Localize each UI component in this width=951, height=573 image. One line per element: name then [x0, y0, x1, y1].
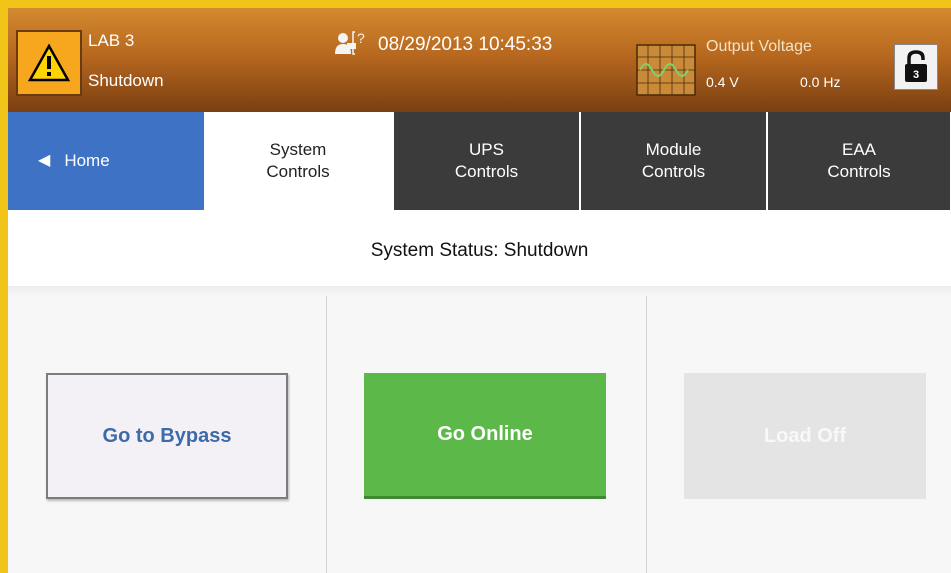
- tab-bar: ◀ Home System Controls UPS Controls Modu…: [8, 112, 951, 210]
- lock-button[interactable]: 3: [894, 44, 938, 90]
- warning-triangle-icon: [27, 43, 71, 82]
- go-online-label: Go Online: [437, 423, 533, 445]
- tab-eaa-controls[interactable]: EAA Controls: [766, 112, 950, 210]
- output-voltage-label: Output Voltage: [706, 38, 812, 55]
- output-frequency-value: 0.0 Hz: [800, 74, 841, 90]
- panel-divider: [326, 296, 327, 573]
- screen: LAB 3 Shutdown ? 08/29/2013 10:45:33 Out…: [8, 8, 951, 573]
- sine-wave-icon: [636, 44, 696, 96]
- unlock-icon: 3: [905, 50, 927, 82]
- lab-status: Shutdown: [88, 71, 164, 90]
- lab-name: LAB 3: [88, 31, 135, 50]
- left-arrow-icon: ◀: [38, 152, 51, 169]
- tab-ups-controls-label: UPS Controls: [454, 140, 519, 181]
- panel-divider: [646, 296, 647, 573]
- tab-module-controls[interactable]: Module Controls: [579, 112, 766, 210]
- device-frame: LAB 3 Shutdown ? 08/29/2013 10:45:33 Out…: [0, 0, 951, 573]
- alarm-button[interactable]: [16, 30, 82, 96]
- tab-home-label: Home: [64, 151, 110, 170]
- controls-panel: Go to Bypass Go Online Load Off: [8, 296, 951, 573]
- load-off-button[interactable]: Load Off: [684, 373, 926, 499]
- tab-eaa-controls-label: EAA Controls: [827, 140, 891, 181]
- help-symbol: ?: [357, 30, 365, 46]
- system-status: System Status: Shutdown: [8, 210, 951, 292]
- datetime: 08/29/2013 10:45:33: [378, 34, 553, 55]
- tab-home[interactable]: ◀ Home: [8, 112, 204, 210]
- tab-module-controls-label: Module Controls: [641, 140, 706, 181]
- tab-ups-controls[interactable]: UPS Controls: [392, 112, 579, 210]
- status-divider: [8, 286, 951, 296]
- tab-system-controls-label: System Controls: [266, 140, 330, 181]
- output-voltage-value: 0.4 V: [706, 74, 739, 90]
- lock-number: 3: [913, 69, 919, 81]
- tab-system-controls[interactable]: System Controls: [204, 112, 392, 210]
- go-to-bypass-button[interactable]: Go to Bypass: [46, 373, 288, 499]
- go-to-bypass-label: Go to Bypass: [102, 424, 232, 447]
- load-off-label: Load Off: [763, 424, 847, 447]
- system-status-text: System Status: Shutdown: [370, 240, 589, 261]
- header-bar: LAB 3 Shutdown ? 08/29/2013 10:45:33 Out…: [8, 8, 951, 112]
- help-person-icon[interactable]: ?: [333, 30, 371, 56]
- go-online-button[interactable]: Go Online: [364, 373, 606, 499]
